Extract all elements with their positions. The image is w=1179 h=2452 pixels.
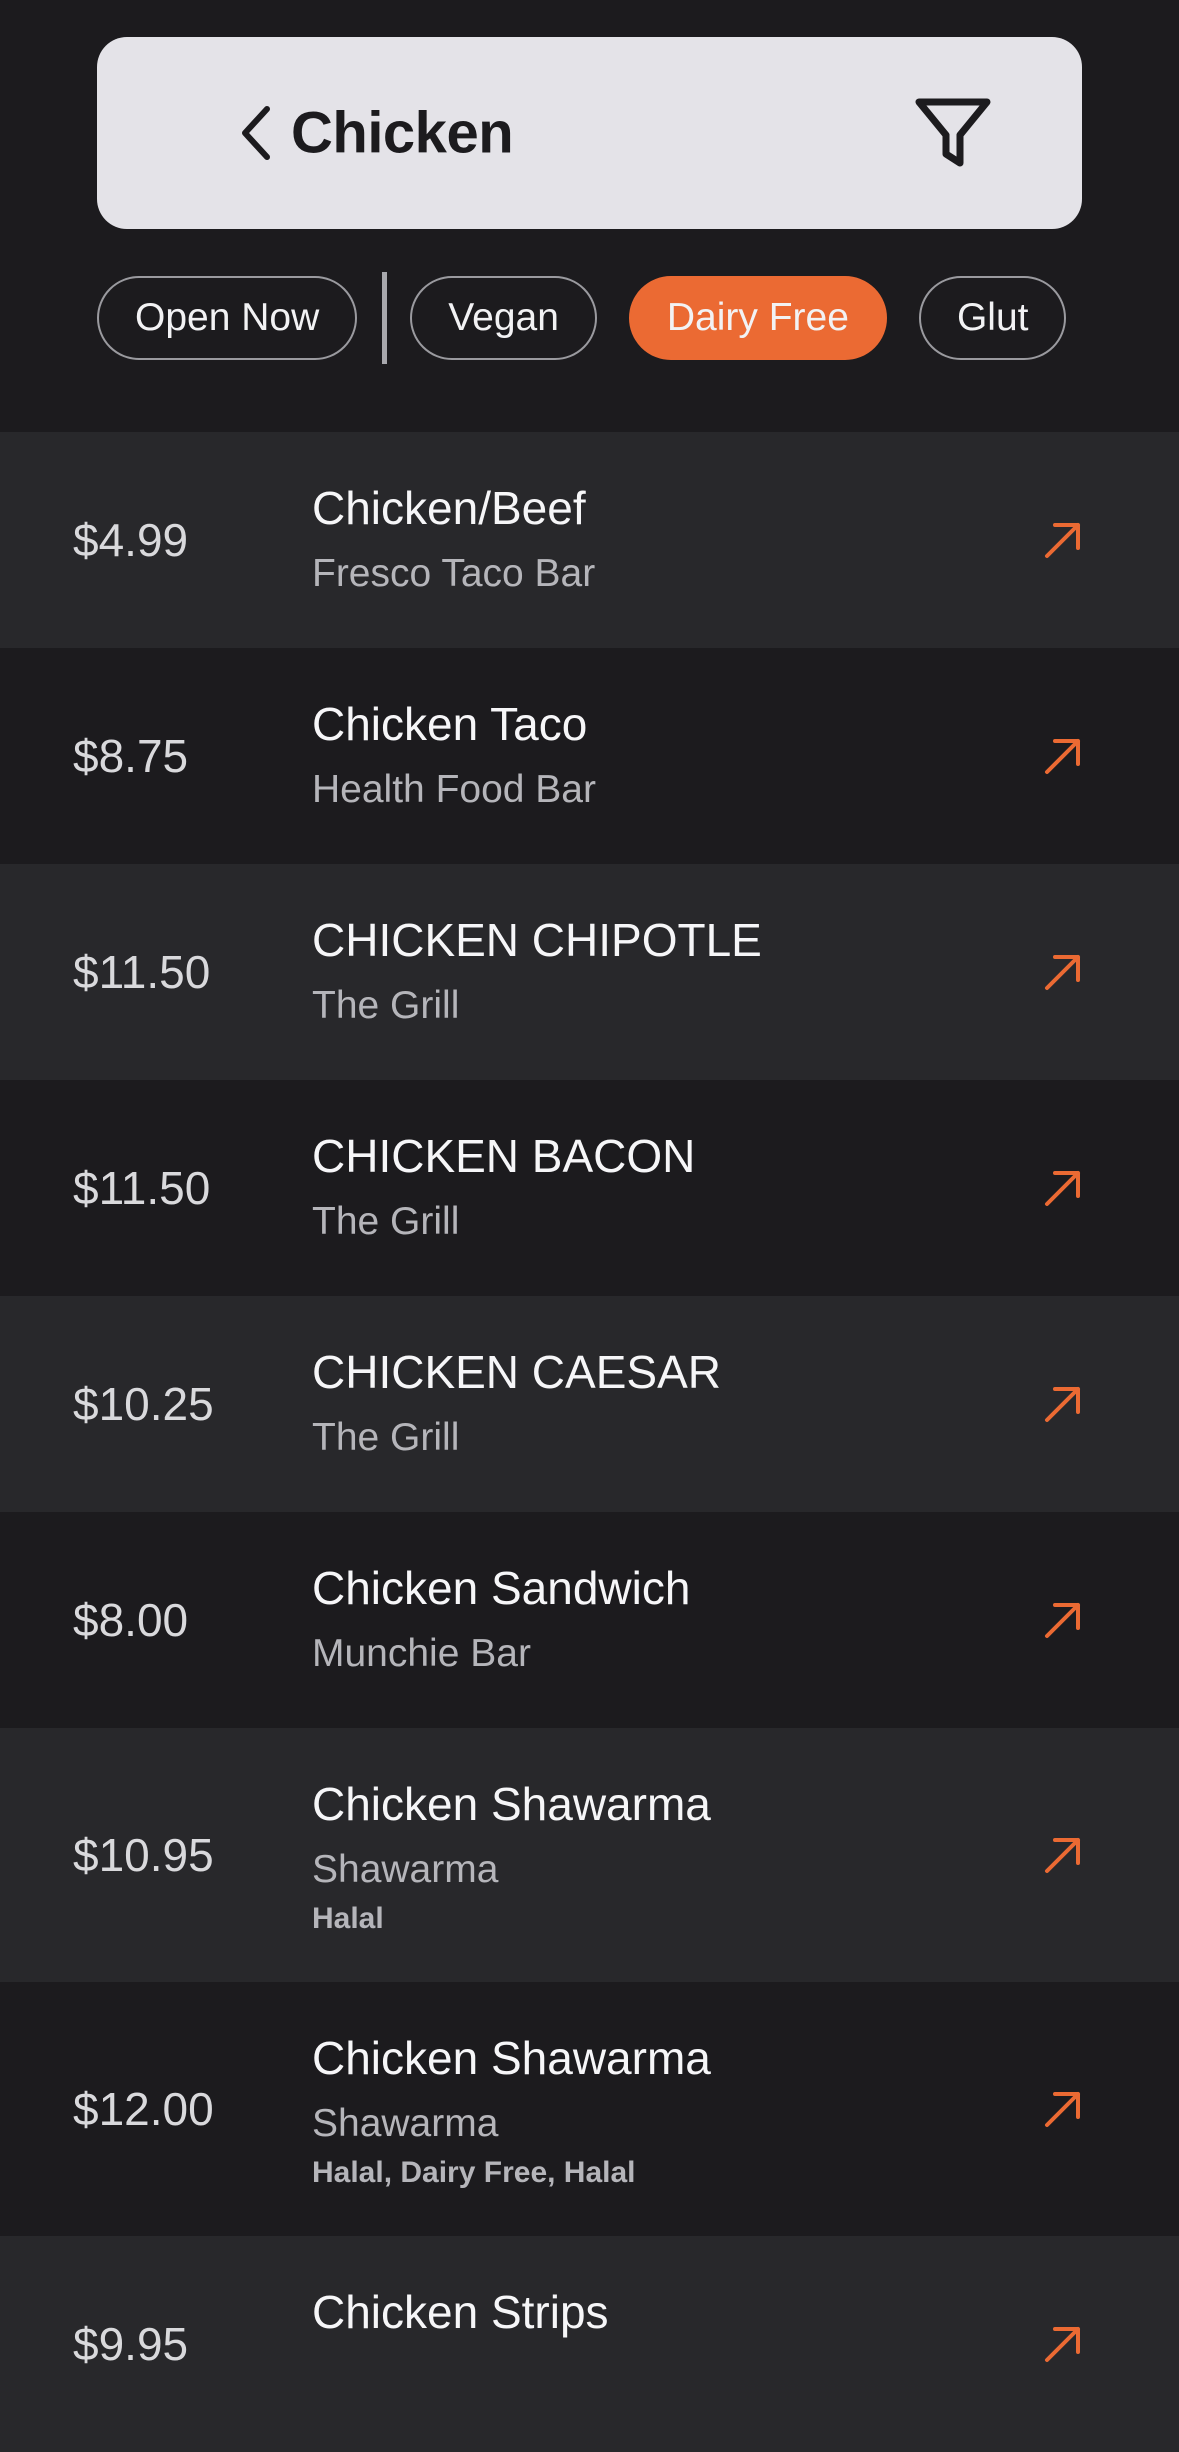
menu-item-row[interactable]: $10.25 CHICKEN CAESAR The Grill (0, 1296, 1179, 1512)
arrow-up-right-icon[interactable] (1043, 2089, 1083, 2129)
item-tags: Halal, Dairy Free, Halal (312, 2156, 636, 2189)
item-price: $11.50 (73, 946, 211, 998)
arrow-up-right-icon[interactable] (1043, 2324, 1083, 2364)
menu-item-row[interactable]: $11.50 CHICKEN CHIPOTLE The Grill (0, 864, 1179, 1080)
menu-item-row[interactable]: $9.95 Chicken Strips (0, 2236, 1179, 2452)
item-text: Chicken Taco Health Food Bar (312, 696, 1012, 814)
item-name: Chicken Strips (312, 2286, 609, 2338)
item-text: Chicken Shawarma Shawarma Halal (312, 1776, 1012, 1938)
item-price: $9.95 (73, 2318, 189, 2370)
filter-chips-bar: Open Now Vegan Dairy Free Glut (97, 272, 1082, 364)
filter-funnel-icon[interactable] (908, 88, 998, 178)
item-name: Chicken/Beef (312, 482, 586, 534)
menu-item-row[interactable]: $10.95 Chicken Shawarma Shawarma Halal (0, 1728, 1179, 1982)
menu-item-row[interactable]: $11.50 CHICKEN BACON The Grill (0, 1080, 1179, 1296)
item-price: $12.00 (73, 2083, 214, 2135)
item-location: Health Food Bar (312, 768, 596, 811)
item-text: CHICKEN CAESAR The Grill (312, 1344, 1012, 1462)
item-text: Chicken Shawarma Shawarma Halal, Dairy Fre… (312, 2030, 1012, 2192)
item-name: Chicken Taco (312, 698, 588, 750)
menu-item-row[interactable]: $8.00 Chicken Sandwich Munchie Bar (0, 1512, 1179, 1728)
arrow-up-right-icon[interactable] (1043, 1384, 1083, 1424)
chevron-left-icon[interactable] (237, 103, 277, 163)
item-location: The Grill (312, 1200, 460, 1243)
item-name: Chicken Sandwich (312, 1562, 691, 1614)
filter-chip-vegan[interactable]: Vegan (410, 276, 597, 360)
item-price: $8.75 (73, 730, 189, 782)
arrow-up-right-icon[interactable] (1043, 520, 1083, 560)
item-price: $11.50 (73, 1162, 211, 1214)
filter-chip-glut[interactable]: Glut (918, 276, 1067, 360)
item-location: Shawarma (312, 1848, 499, 1891)
arrow-up-right-icon[interactable] (1043, 952, 1083, 992)
item-text: CHICKEN CHIPOTLE The Grill (312, 912, 1012, 1030)
item-location: Munchie Bar (312, 1632, 531, 1675)
filter-divider (382, 272, 388, 364)
arrow-up-right-icon[interactable] (1043, 736, 1083, 776)
item-name: Chicken Shawarma (312, 1778, 711, 1830)
menu-item-row[interactable]: $8.75 Chicken Taco Health Food Bar (0, 648, 1179, 864)
item-text: Chicken Sandwich Munchie Bar (312, 1560, 1012, 1678)
item-price: $10.95 (73, 1829, 214, 1881)
arrow-up-right-icon[interactable] (1043, 1600, 1083, 1640)
item-price: $4.99 (73, 514, 189, 566)
arrow-up-right-icon[interactable] (1043, 1835, 1083, 1875)
filter-chip-dairy-free[interactable]: Dairy Free (628, 276, 887, 360)
item-tags: Halal (312, 1902, 384, 1935)
filter-chip-open-now[interactable]: Open Now (97, 276, 358, 360)
item-name: CHICKEN CAESAR (312, 1346, 721, 1398)
results-list: $4.99 Chicken/Beef Fresco Taco Bar $8.75 Chi… (0, 432, 1179, 2452)
item-price: $10.25 (73, 1378, 214, 1430)
item-text: Chicken Strips (312, 2284, 1012, 2340)
item-location: Shawarma (312, 2102, 499, 2145)
item-name: CHICKEN CHIPOTLE (312, 914, 762, 966)
menu-item-row[interactable]: $4.99 Chicken/Beef Fresco Taco Bar (0, 432, 1179, 648)
item-location: Fresco Taco Bar (312, 552, 596, 595)
item-price: $8.00 (73, 1594, 189, 1646)
arrow-up-right-icon[interactable] (1043, 1168, 1083, 1208)
search-query[interactable]: Chicken (291, 100, 514, 167)
item-name: CHICKEN BACON (312, 1130, 696, 1182)
item-text: Chicken/Beef Fresco Taco Bar (312, 480, 1012, 598)
item-text: CHICKEN BACON The Grill (312, 1128, 1012, 1246)
item-location: The Grill (312, 1416, 460, 1459)
item-name: Chicken Shawarma (312, 2032, 711, 2084)
menu-item-row[interactable]: $12.00 Chicken Shawarma Shawarma Halal, Dai… (0, 1982, 1179, 2236)
search-bar: Chicken (97, 37, 1082, 229)
item-location: The Grill (312, 984, 460, 1027)
